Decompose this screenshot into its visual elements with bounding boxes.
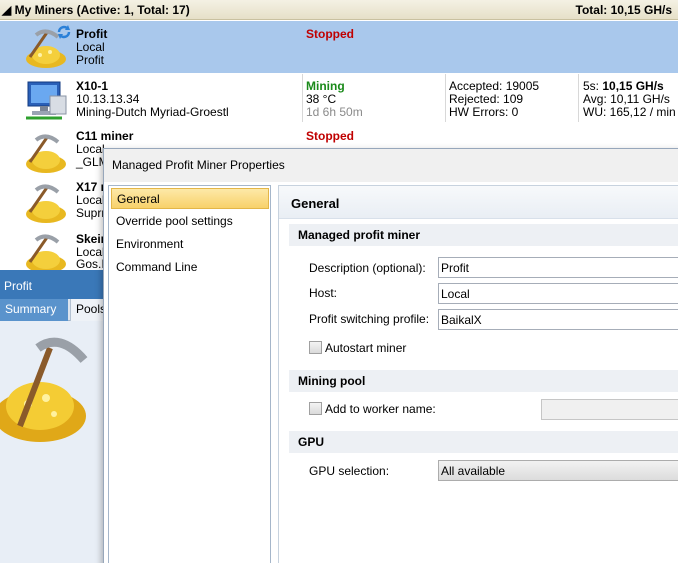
hw-errors: HW Errors: 0 [449,105,519,119]
work-utility: WU: 165,12 / min [583,105,676,119]
miner-temperature: 38 °C [306,92,337,106]
collapse-triangle-icon[interactable]: ◢ [2,3,11,17]
section-managed-profit-miner: Managed profit miner [289,224,678,246]
dialog-title: Managed Profit Miner Properties [104,149,678,182]
shares-rejected: Rejected: 109 [449,92,524,106]
add-worker-label: Add to worker name: [325,402,436,416]
miner-status: Stopped [306,27,354,41]
miner-host: Local [76,142,105,156]
properties-nav: General Override pool settings Environme… [108,185,271,563]
add-worker-checkbox[interactable]: Add to worker name: [309,402,436,416]
autostart-checkbox[interactable]: Autostart miner [309,341,406,355]
host-field[interactable]: Local [438,283,678,304]
miner-pool: Suprr [76,206,106,220]
miner-name: X17 r [76,180,106,194]
network-computer-icon [26,81,67,120]
miner-name: C11 miner [76,129,134,143]
group-title[interactable]: ◢ My Miners (Active: 1, Total: 17) [2,3,190,17]
hashrate-5s-value: 10,15 GH/s [602,79,664,93]
tab-summary[interactable]: Summary [0,299,68,321]
description-label: Description (optional): [309,261,426,275]
miner-detail-panel: Profit Summary Pools [0,270,110,563]
large-gold-pickaxe-icon [0,337,88,442]
miner-row-profit[interactable]: Profit Local Profit Stopped [0,21,678,73]
miner-row-x10-1[interactable]: X10-1 10.13.13.34 Mining-Dutch Myriad-Gr… [0,74,678,126]
profit-profile-field[interactable]: BaikalX [438,309,678,330]
panel-tab-bar: Summary Pools [0,299,110,321]
nav-item-override-pool-settings[interactable]: Override pool settings [111,211,269,232]
miner-uptime: 1d 6h 50m [306,105,363,119]
properties-dialog: Managed Profit Miner Properties General … [103,148,678,563]
miner-group-header[interactable]: ◢ My Miners (Active: 1, Total: 17) Total… [0,0,678,20]
nav-item-general[interactable]: General [111,188,269,209]
miner-status: Mining [306,79,345,93]
profile-label: Profit switching profile: [309,312,430,326]
miner-name: X10-1 [76,79,109,93]
gpu-selection-dropdown[interactable]: All available [438,460,678,481]
miner-pool: Mining-Dutch Myriad-Groestl [76,105,229,119]
autostart-checkbox-box[interactable] [309,341,322,354]
miner-host: 10.13.13.34 [76,92,140,106]
group-label: My Miners (Active: 1, Total: 17) [14,3,190,17]
description-field[interactable]: Profit [438,257,678,278]
content-header: General [279,186,678,219]
miner-host: Local [76,193,105,207]
autostart-label: Autostart miner [325,341,407,355]
hashrate-5s-label: 5s: [583,79,603,93]
gpu-selection-label: GPU selection: [309,464,390,478]
hashrate-5s: 5s: 10,15 GH/s [583,79,664,93]
profit-switch-icon [57,25,71,39]
properties-content: General Managed profit miner Description… [278,185,678,563]
panel-title: Profit [0,270,105,299]
section-mining-pool: Mining pool [289,370,678,392]
worker-name-field[interactable] [541,399,678,420]
gold-pickaxe-icon [26,184,66,223]
nav-item-environment[interactable]: Environment [111,234,269,255]
section-gpu: GPU [289,431,678,453]
gold-pickaxe-icon [26,134,66,173]
gold-pickaxe-icon [26,234,66,273]
hashrate-avg: Avg: 10,11 GH/s [583,92,670,106]
add-worker-checkbox-box[interactable] [309,402,322,415]
total-hashrate: Total: 10,15 GH/s [575,3,672,17]
nav-item-command-line[interactable]: Command Line [111,257,269,278]
miner-pool: Profit [76,53,105,67]
shares-accepted: Accepted: 19005 [449,79,540,93]
miner-status: Stopped [306,129,354,143]
miner-name: Profit [76,27,108,41]
miner-pool: Gos.I [76,257,105,271]
host-label: Host: [309,286,338,300]
miner-host: Local [76,40,105,54]
